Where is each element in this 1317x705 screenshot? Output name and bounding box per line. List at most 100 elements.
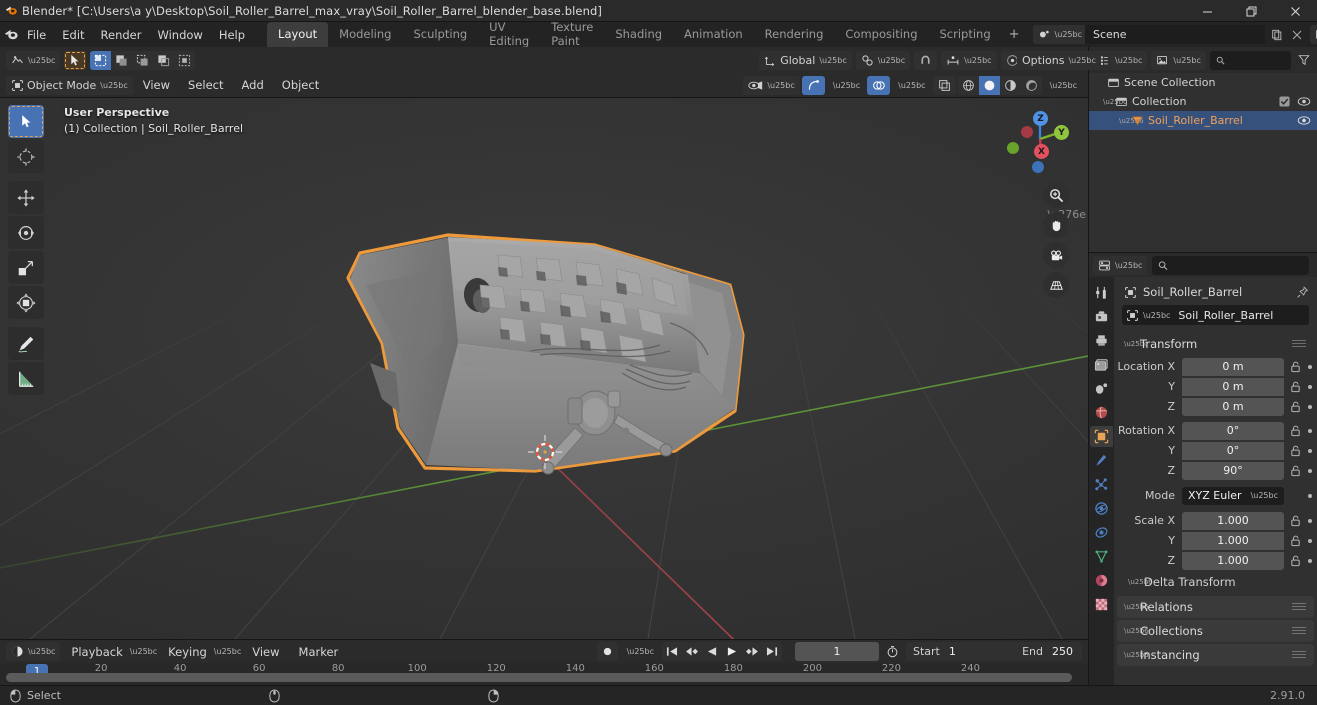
animate-dot[interactable] [1308, 558, 1312, 563]
outliner-search-input[interactable] [1209, 50, 1291, 70]
new-scene-button[interactable] [1268, 25, 1286, 44]
rotation-x-value[interactable]: 0° [1182, 421, 1284, 440]
wireframe-shading-icon[interactable] [958, 76, 979, 95]
timeline-horizontal-scrollbar[interactable] [6, 673, 1072, 682]
rotate-tool-icon[interactable] [8, 216, 44, 249]
rotation-y-value[interactable]: 0° [1182, 441, 1284, 460]
prev-keyframe-icon[interactable] [682, 642, 702, 661]
auto-keying-button[interactable] [596, 642, 618, 661]
lock-icon[interactable] [1290, 401, 1301, 413]
location-z-row[interactable]: Z 0 m [1114, 397, 1317, 416]
transform-orientation-selector[interactable]: Global \u25bc [759, 50, 852, 70]
material-preview-shading-icon[interactable] [1000, 76, 1021, 95]
properties-search-input[interactable] [1152, 255, 1309, 275]
location-y-value[interactable]: 0 m [1182, 377, 1284, 396]
particles-tab-icon[interactable] [1090, 474, 1113, 495]
lock-icon[interactable] [1290, 465, 1301, 477]
viewport-menu-object[interactable]: Object [274, 75, 327, 95]
start-value[interactable]: 1 [947, 645, 965, 658]
end-value[interactable]: 250 [1050, 645, 1082, 658]
annotate-tool-icon[interactable] [8, 327, 44, 360]
object-data-tab-icon[interactable] [1090, 546, 1113, 567]
scale-z-row[interactable]: Z 1.000 [1114, 551, 1317, 570]
snap-increment-button[interactable]: \u25bc [941, 50, 997, 70]
play-icon[interactable] [722, 642, 742, 661]
delta-transform-subpanel-header[interactable]: \u25b6 Delta Transform [1114, 571, 1317, 593]
scale-x-row[interactable]: Scale X 1.000 [1114, 511, 1317, 530]
move-tool-icon[interactable] [8, 181, 44, 214]
select-subtract-icon[interactable] [132, 51, 153, 70]
animate-dot[interactable] [1308, 428, 1312, 433]
rotation-y-row[interactable]: Y 0° [1114, 441, 1317, 460]
lock-icon[interactable] [1290, 425, 1301, 437]
add-workspace-button[interactable]: + [1002, 27, 1027, 42]
timeline-menu-marker[interactable]: Marker [291, 642, 347, 662]
viewport-menu-view[interactable]: View [135, 75, 178, 95]
timeline-menu-view[interactable]: View [244, 642, 287, 662]
gizmo-axis-y[interactable]: Y [1054, 125, 1069, 140]
next-keyframe-icon[interactable] [742, 642, 762, 661]
gizmo-axis-x[interactable]: X [1034, 144, 1049, 159]
rendered-shading-icon[interactable] [1021, 76, 1042, 95]
3d-viewport[interactable]: User Perspective (1) Collection | Soil_R… [0, 98, 1088, 639]
unlink-scene-button[interactable] [1288, 25, 1306, 44]
tab-layout[interactable]: Layout [267, 22, 329, 47]
select-extend-icon[interactable] [111, 51, 132, 70]
object-tab-icon[interactable] [1090, 426, 1113, 447]
measure-tool-icon[interactable] [8, 362, 44, 395]
outliner-row-collection[interactable]: \u25bc Collection [1089, 92, 1317, 111]
play-reverse-icon[interactable] [702, 642, 722, 661]
animate-dot[interactable] [1308, 404, 1312, 409]
rotation-mode-row[interactable]: Mode XYZ Euler \u25bc [1114, 486, 1317, 505]
zoom-icon[interactable] [1043, 182, 1069, 208]
perspective-grid-icon[interactable] [1043, 272, 1069, 298]
xray-toggle-button[interactable] [932, 75, 956, 95]
tab-rendering[interactable]: Rendering [754, 22, 835, 47]
disclosure-triangle-icon[interactable]: \u25bc [1103, 98, 1127, 106]
scene-name[interactable]: Scene [1084, 25, 1265, 44]
scale-x-value[interactable]: 1.000 [1182, 511, 1284, 530]
gizmo-axis-z[interactable]: Z [1033, 111, 1048, 126]
menu-help[interactable]: Help [211, 25, 253, 45]
options-button[interactable]: Options \u25bc [1017, 51, 1101, 70]
scene-icon[interactable]: \u25bc [1032, 25, 1085, 44]
timeline-menu-keying[interactable]: Keying [160, 642, 215, 662]
pin-icon[interactable] [1296, 285, 1309, 299]
gizmo-toggle-button[interactable] [801, 75, 825, 95]
tab-sculpting[interactable]: Sculpting [402, 22, 478, 47]
output-tab-icon[interactable] [1090, 330, 1113, 351]
world-tab-icon[interactable] [1090, 402, 1113, 423]
scale-y-row[interactable]: Y 1.000 [1114, 531, 1317, 550]
visibility-dropdown[interactable]: \u25bc [743, 75, 800, 95]
eye-icon[interactable] [1297, 96, 1311, 107]
outliner-row-scene-collection[interactable]: Scene Collection [1089, 73, 1317, 92]
outliner-editor-type-button[interactable]: \u25bc [1093, 50, 1148, 70]
animate-dot[interactable] [1308, 518, 1312, 523]
view-layer-selector[interactable]: \u25bc View Layer [1309, 25, 1317, 44]
location-x-value[interactable]: 0 m [1182, 357, 1284, 376]
gizmo-axis-neg-z[interactable] [1032, 161, 1044, 173]
relations-panel-header[interactable]: \u25b6 Relations [1117, 596, 1314, 618]
disclosure-triangle-icon[interactable]: \u25b6 [1119, 117, 1144, 125]
select-difference-icon[interactable] [153, 51, 174, 70]
tab-animation[interactable]: Animation [673, 22, 754, 47]
location-x-row[interactable]: Location X 0 m [1114, 357, 1317, 376]
jump-to-start-icon[interactable] [662, 642, 682, 661]
texture-tab-icon[interactable] [1090, 594, 1113, 615]
minimize-button[interactable] [1185, 0, 1229, 22]
animate-dot[interactable] [1308, 538, 1312, 543]
animate-dot[interactable] [1308, 493, 1312, 498]
constraints-tab-icon[interactable] [1090, 522, 1113, 543]
properties-search-field[interactable] [1172, 258, 1303, 272]
scale-y-value[interactable]: 1.000 [1182, 531, 1284, 550]
modifier-tab-icon[interactable] [1090, 450, 1113, 471]
snap-magnet-button[interactable] [914, 50, 938, 70]
scene-selector[interactable]: \u25bc Scene [1032, 25, 1306, 44]
scale-z-value[interactable]: 1.000 [1182, 551, 1284, 570]
tab-scripting[interactable]: Scripting [929, 22, 1002, 47]
tab-uv-editing[interactable]: UV Editing [478, 20, 540, 48]
tab-compositing[interactable]: Compositing [834, 22, 928, 47]
frame-range-fields[interactable]: Start 1 End 250 [906, 642, 1082, 661]
viewport-menu-select[interactable]: Select [180, 75, 231, 95]
location-z-value[interactable]: 0 m [1182, 397, 1284, 416]
